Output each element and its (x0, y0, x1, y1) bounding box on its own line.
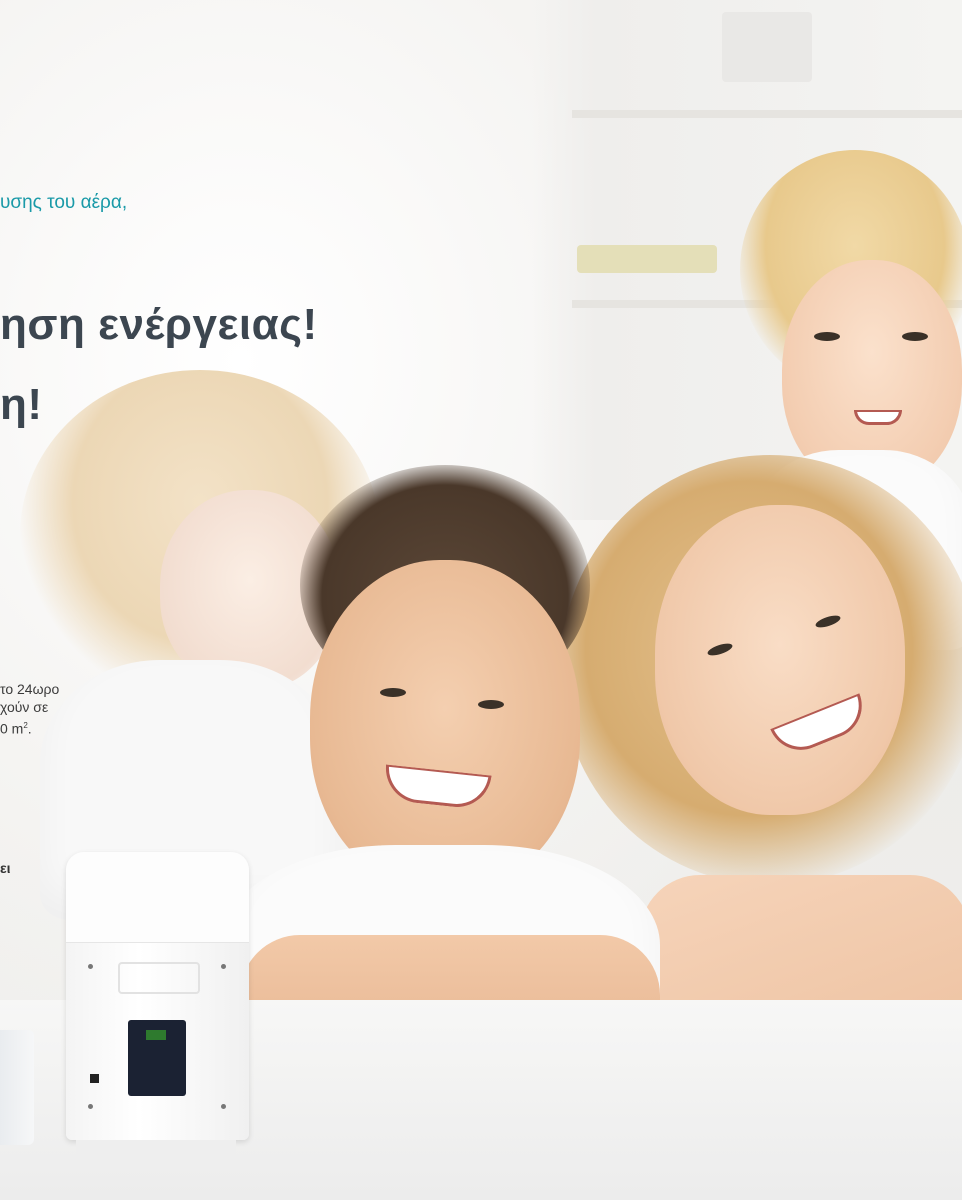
subtitle-fragment: υσης του αέρα, (0, 192, 128, 213)
woman-eye (706, 641, 734, 658)
device-power-switch (90, 1074, 99, 1083)
body-line-3: 0 m2. (0, 717, 32, 738)
device-indicator (146, 1030, 166, 1040)
device-screw (88, 1104, 93, 1109)
boy-eye (814, 332, 840, 341)
man-eye (478, 700, 504, 709)
shelf-object (722, 12, 812, 82)
shelf-object (577, 245, 717, 273)
body-line-2: χούν σε (0, 698, 48, 716)
device-base (76, 1140, 236, 1158)
man-mouth (382, 764, 492, 811)
device-screw (88, 964, 93, 969)
device-top-panel (66, 852, 249, 943)
shelf-board (572, 110, 962, 118)
woman-eye (814, 613, 842, 630)
area-value: 0 m (0, 720, 24, 737)
device-screw (221, 964, 226, 969)
boy-eye (902, 332, 928, 341)
advertisement-page: υσης του αέρα, ηση ενέργειας! η! το 24ωρ… (0, 0, 962, 1200)
device-screw (221, 1104, 226, 1109)
second-device-partial (0, 1030, 34, 1145)
bold-fragment: ει (0, 860, 11, 876)
body-line-1: το 24ωρο (0, 680, 59, 698)
body-line-3-end: . (27, 720, 32, 737)
boy-mouth (854, 410, 902, 425)
man-eye (380, 688, 406, 697)
air-purifier-device (66, 852, 249, 1158)
device-vent (118, 962, 200, 994)
headline-line-1: ηση ενέργειας! (0, 300, 318, 349)
body-line-1-text: το 24ωρο (0, 681, 60, 697)
headline-line-2: η! (0, 380, 43, 429)
body-line-2-text: χούν σε (0, 699, 49, 715)
woman-face (655, 505, 905, 815)
device-filter-window (128, 1020, 186, 1096)
woman-mouth (770, 693, 872, 760)
man-face (310, 560, 580, 890)
